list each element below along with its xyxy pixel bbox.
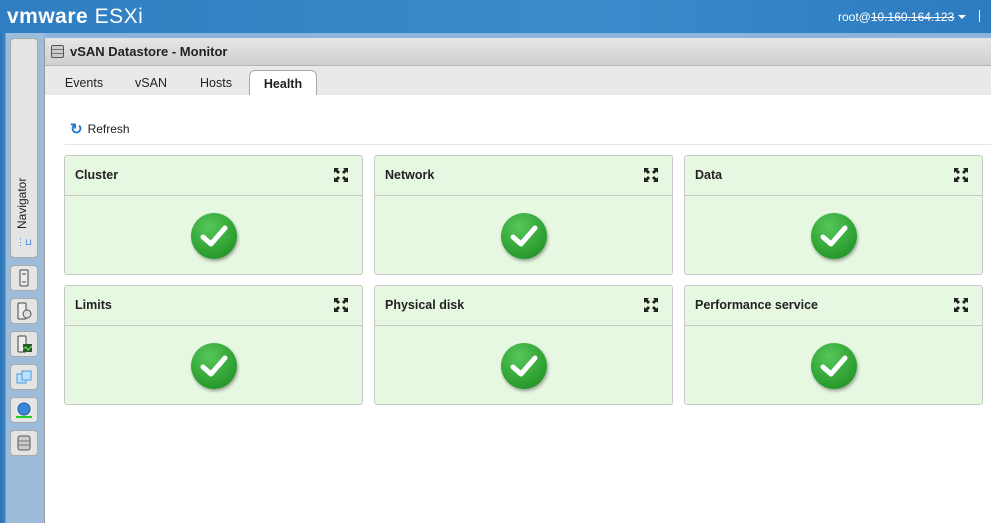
- card-header: Network: [375, 156, 672, 196]
- status-ok-icon: [501, 213, 547, 259]
- navigator-toggle[interactable]: Navigator ⋮⊔: [10, 38, 38, 258]
- card-header: Limits: [65, 286, 362, 326]
- host-manage-icon: [17, 302, 32, 320]
- manage-button[interactable]: [10, 298, 38, 324]
- top-bar: vmware ESXi root@10.160.164.123: [0, 0, 991, 33]
- monitor-button[interactable]: [10, 331, 38, 357]
- card-title: Performance service: [695, 298, 818, 312]
- user-name: root@: [838, 10, 871, 24]
- status-ok-icon: [501, 343, 547, 389]
- status-ok-icon: [811, 213, 857, 259]
- navigator-label: Navigator: [15, 177, 29, 229]
- refresh-label: Refresh: [87, 122, 130, 136]
- divider: [65, 144, 991, 145]
- refresh-icon: ↻: [70, 121, 83, 138]
- tab-hosts[interactable]: Hosts: [188, 70, 244, 95]
- panel-header: vSAN Datastore - Monitor: [45, 38, 991, 66]
- storage-button[interactable]: [10, 430, 38, 456]
- status-ok-icon: [191, 213, 237, 259]
- host-button[interactable]: [10, 265, 38, 291]
- health-card: Data: [684, 155, 983, 275]
- networking-button[interactable]: [10, 397, 38, 423]
- status-ok-icon: [191, 343, 237, 389]
- tab-health[interactable]: Health: [249, 70, 317, 95]
- expand-icon[interactable]: [644, 168, 658, 182]
- tree-icon: ⋮⊔: [16, 237, 33, 247]
- tab-bar: Events vSAN Hosts Health: [45, 66, 991, 95]
- health-card: Cluster: [64, 155, 363, 275]
- networking-icon: [16, 402, 32, 418]
- status-ok-icon: [811, 343, 857, 389]
- monitor-panel: vSAN Datastore - Monitor Events vSAN Hos…: [44, 38, 991, 523]
- product: ESXi: [94, 5, 144, 28]
- card-title: Network: [385, 168, 435, 182]
- vmware-esxi-logo: vmware ESXi: [7, 5, 143, 29]
- user-menu[interactable]: root@10.160.164.123: [838, 10, 954, 24]
- expand-icon[interactable]: [334, 298, 348, 312]
- health-card: Network: [374, 155, 673, 275]
- brand: vmware: [7, 5, 89, 28]
- refresh-button[interactable]: ↻ Refresh: [70, 120, 130, 138]
- expand-icon[interactable]: [954, 168, 968, 182]
- health-card: Performance service: [684, 285, 983, 405]
- card-header: Physical disk: [375, 286, 672, 326]
- host-address: 10.160.164.123: [870, 10, 955, 24]
- host-icon: [19, 269, 29, 287]
- virtual-machines-button[interactable]: [10, 364, 38, 390]
- card-title: Limits: [75, 298, 112, 312]
- expand-icon[interactable]: [954, 298, 968, 312]
- virtual-machines-icon: [16, 370, 32, 384]
- tab-vsan[interactable]: vSAN: [125, 70, 177, 95]
- divider: [979, 10, 980, 22]
- host-monitor-icon: [17, 335, 32, 353]
- storage-icon: [17, 435, 31, 451]
- card-title: Data: [695, 168, 723, 182]
- card-title: Physical disk: [385, 298, 465, 312]
- tab-events[interactable]: Events: [57, 70, 111, 95]
- expand-icon[interactable]: [334, 168, 348, 182]
- card-header: Performance service: [685, 286, 982, 326]
- datastore-icon: [51, 45, 64, 58]
- health-card: Physical disk: [374, 285, 673, 405]
- card-header: Cluster: [65, 156, 362, 196]
- panel-title: vSAN Datastore - Monitor: [70, 44, 228, 59]
- card-header: Data: [685, 156, 982, 196]
- health-card: Limits: [64, 285, 363, 405]
- expand-icon[interactable]: [644, 298, 658, 312]
- chevron-down-icon[interactable]: [958, 15, 966, 19]
- card-title: Cluster: [75, 168, 119, 182]
